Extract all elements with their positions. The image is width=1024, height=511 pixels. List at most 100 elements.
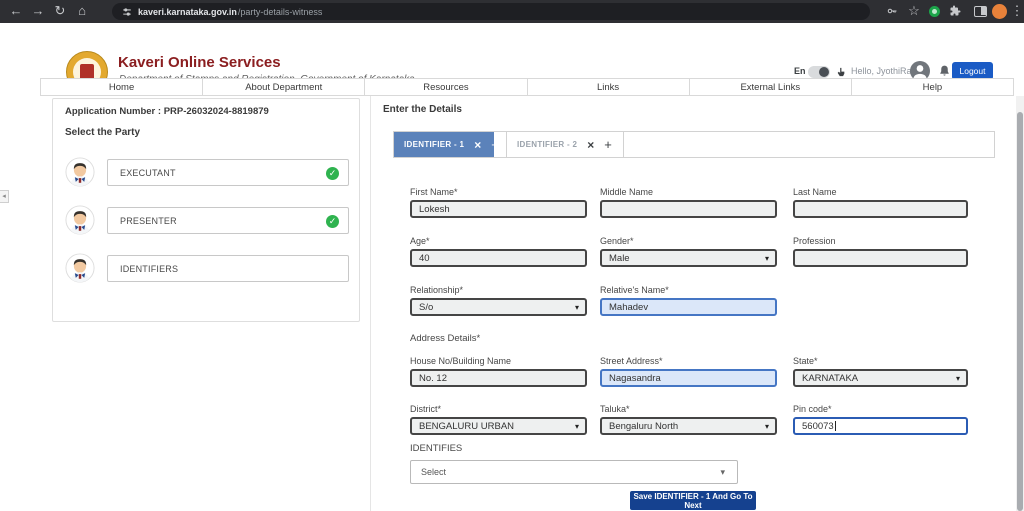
url-host: kaveri.karnataka.gov.in <box>138 7 237 17</box>
address-details-heading: Address Details* <box>410 333 587 344</box>
tab-identifier-1[interactable]: IDENTIFIER - 1 × + <box>394 132 494 157</box>
nav-item-external-links[interactable]: External Links <box>690 79 852 95</box>
reload-icon[interactable]: ↻ <box>52 3 68 19</box>
identifies-label: IDENTIFIES <box>410 443 587 454</box>
close-tab-icon[interactable]: × <box>474 139 481 151</box>
profession-field[interactable] <box>793 249 968 267</box>
chevron-down-icon: ▾ <box>575 303 579 312</box>
completed-check-icon: ✓ <box>326 167 339 180</box>
district-label: District* <box>410 404 587 414</box>
taluka-label: Taluka* <box>600 404 777 414</box>
bookmark-star-icon[interactable]: ☆ <box>906 3 922 19</box>
relationship-select[interactable]: S/o ▾ <box>410 298 587 316</box>
application-number: Application Number : PRP-26032024-881987… <box>65 106 269 117</box>
profession-label: Profession <box>793 236 968 246</box>
relatives-name-label: Relative's Name* <box>600 285 777 295</box>
party-item-presenter[interactable]: PRESENTER ✓ <box>107 207 349 234</box>
chevron-down-icon: ▾ <box>720 467 725 478</box>
house-no-field[interactable]: No. 12 <box>410 369 587 387</box>
party-label: PRESENTER <box>108 216 177 226</box>
age-field[interactable]: 40 <box>410 249 587 267</box>
language-toggle[interactable] <box>808 66 830 78</box>
chevron-down-icon: ▾ <box>765 422 769 431</box>
field-value: S/o <box>419 302 433 313</box>
extension-green-icon[interactable] <box>929 6 940 17</box>
gender-select[interactable]: Male ▾ <box>600 249 777 267</box>
relatives-name-field[interactable]: Mahadev <box>600 298 777 316</box>
last-name-field[interactable] <box>793 200 968 218</box>
panel-divider <box>370 96 371 511</box>
back-icon[interactable]: ← <box>8 3 24 19</box>
street-address-field[interactable]: Nagasandra <box>600 369 777 387</box>
street-address-label: Street Address* <box>600 356 777 366</box>
party-label: IDENTIFIERS <box>108 264 178 274</box>
split-screen-icon[interactable] <box>974 6 987 17</box>
nav-item-resources[interactable]: Resources <box>365 79 527 95</box>
field-value: 40 <box>419 253 430 264</box>
nav-item-about-department[interactable]: About Department <box>203 79 365 95</box>
select-placeholder: Select <box>411 467 446 477</box>
party-avatar-icon <box>65 205 95 235</box>
add-tab-icon[interactable]: + <box>491 138 499 151</box>
browser-profile-avatar[interactable] <box>992 4 1007 19</box>
party-avatar-icon <box>65 157 95 187</box>
field-value: Male <box>609 253 630 264</box>
field-value: KARNATAKA <box>802 373 858 384</box>
panel-collapse-handle[interactable]: ◂ <box>0 190 9 203</box>
state-select[interactable]: KARNATAKA▾ <box>793 369 968 387</box>
forward-icon[interactable]: → <box>30 3 46 19</box>
last-name-label: Last Name <box>793 187 968 197</box>
party-avatar-icon <box>65 253 95 283</box>
close-tab-icon[interactable]: × <box>587 139 594 151</box>
site-header: Kaveri Online Services Department of Sta… <box>0 23 1024 77</box>
completed-check-icon: ✓ <box>326 215 339 228</box>
party-item-identifiers[interactable]: IDENTIFIERS ✓ <box>107 255 349 282</box>
site-info-icon[interactable] <box>122 7 132 17</box>
text-cursor <box>835 421 836 431</box>
field-value: BENGALURU URBAN <box>419 421 514 432</box>
extensions-puzzle-icon[interactable] <box>947 5 963 21</box>
add-tab-icon[interactable]: + <box>604 138 612 151</box>
main-navigation: Home About Department Resources Links Ex… <box>40 78 1014 96</box>
field-value: Bengaluru North <box>609 421 678 432</box>
middle-name-label: Middle Name <box>600 187 777 197</box>
address-bar[interactable]: kaveri.karnataka.gov.in /party-details-w… <box>112 3 870 20</box>
language-label: En <box>794 66 806 76</box>
nav-item-home[interactable]: Home <box>41 79 203 95</box>
gender-label: Gender* <box>600 236 777 246</box>
scrollbar-thumb[interactable] <box>1017 112 1023 511</box>
field-value: No. 12 <box>419 373 447 384</box>
identifies-select[interactable]: Select ▾ <box>410 460 738 484</box>
url-path: /party-details-witness <box>238 7 323 17</box>
nav-item-help[interactable]: Help <box>852 79 1013 95</box>
menu-dots-icon[interactable]: ⋮ <box>1009 3 1024 19</box>
toggle-knob <box>819 67 829 77</box>
nav-item-links[interactable]: Links <box>528 79 690 95</box>
home-icon[interactable]: ⌂ <box>74 3 90 19</box>
chevron-down-icon: ▾ <box>765 254 769 263</box>
taluka-select[interactable]: Bengaluru North ▾ <box>600 417 777 435</box>
middle-name-field[interactable] <box>600 200 777 218</box>
browser-toolbar: ← → ↻ ⌂ kaveri.karnataka.gov.in /party-d… <box>0 0 1024 23</box>
password-key-icon[interactable] <box>884 5 900 21</box>
tab-label: IDENTIFIER - 1 <box>404 140 464 149</box>
party-row: IDENTIFIERS ✓ <box>53 255 359 287</box>
party-panel: Application Number : PRP-26032024-881987… <box>52 98 360 322</box>
party-label: EXECUTANT <box>108 168 176 178</box>
tab-label: IDENTIFIER - 2 <box>517 140 577 149</box>
field-value: Mahadev <box>609 302 648 313</box>
party-item-executant[interactable]: EXECUTANT ✓ <box>107 159 349 186</box>
save-identifier-button[interactable]: Save IDENTIFIER - 1 And Go To Next <box>630 491 756 510</box>
chevron-down-icon: ▾ <box>575 422 579 431</box>
pin-code-field[interactable]: 560073 <box>793 417 968 435</box>
tab-identifier-2[interactable]: IDENTIFIER - 2 × + <box>506 132 624 157</box>
party-row: PRESENTER ✓ <box>53 207 359 239</box>
state-label: State* <box>793 356 968 366</box>
enter-details-heading: Enter the Details <box>383 104 462 115</box>
first-name-field[interactable]: Lokesh <box>410 200 587 218</box>
field-value: 560073 <box>802 421 834 432</box>
party-row: EXECUTANT ✓ <box>53 159 359 191</box>
district-select[interactable]: BENGALURU URBAN ▾ <box>410 417 587 435</box>
field-value: Lokesh <box>419 204 450 215</box>
relationship-label: Relationship* <box>410 285 587 295</box>
